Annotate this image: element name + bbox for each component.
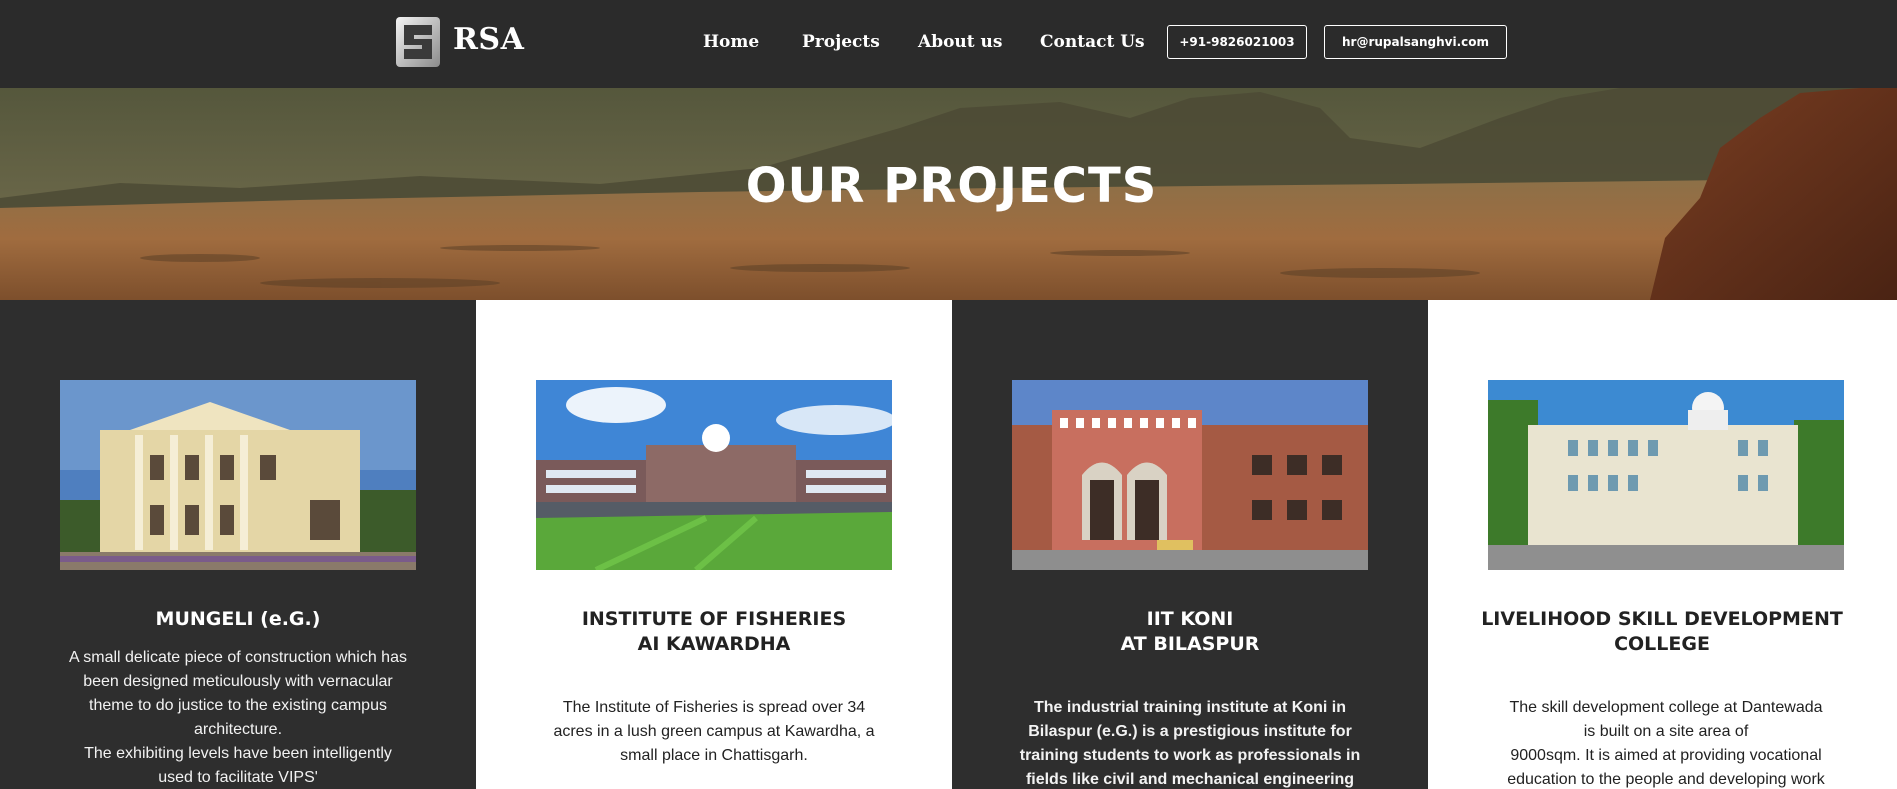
iit-koni-building-image[interactable] — [1012, 380, 1368, 570]
nav-home[interactable]: Home — [703, 32, 759, 52]
desc-line: theme to do justice to the existing camp… — [89, 697, 387, 714]
desc-line: Bilaspur (e.G.) is a prestigious institu… — [1028, 723, 1352, 740]
desc-line: A small delicate piece of construction w… — [69, 649, 407, 666]
desc-line: been designed meticulously with vernacul… — [83, 673, 393, 690]
desc-line: 9000sqm. It is aimed at providing vocati… — [1510, 747, 1822, 764]
project-card-skill-college[interactable]: LIVELIHOOD SKILL DEVELOPMENT COLLEGE The… — [1428, 300, 1897, 789]
desc-line: The industrial training institute at Kon… — [1034, 699, 1346, 716]
desc-line: acres in a lush green campus at Kawardha… — [553, 723, 875, 740]
desc-line: The Institute of Fisheries is spread ove… — [562, 699, 866, 716]
desc-line: architecture. — [193, 721, 283, 738]
desc-line: The skill development college at Dantewa… — [1509, 699, 1823, 716]
desc-line: education to the people and developing w… — [1507, 771, 1825, 788]
mungeli-building-image[interactable] — [60, 380, 416, 570]
project-title-line: AT BILASPUR — [1120, 633, 1260, 655]
brand-name[interactable]: RSA — [453, 22, 524, 57]
project-description: The Institute of Fisheries is spread ove… — [532, 696, 896, 768]
desc-line: small place in Chattisgarh. — [620, 747, 808, 764]
project-title: INSTITUTE OF FISHERIES AI KAWARDHA — [496, 607, 932, 657]
desc-line: used to facilitate VIPS' — [158, 769, 318, 786]
fisheries-institute-image[interactable] — [536, 380, 892, 570]
desc-line: is built on a site area of — [1583, 723, 1749, 740]
nav-contact-us[interactable]: Contact Us — [1040, 32, 1145, 52]
project-card-mungeli[interactable]: MUNGELI (e.G.) A small delicate piece of… — [0, 300, 476, 789]
project-title: MUNGELI (e.G.) — [20, 607, 456, 632]
page-title: OUR PROJECTS — [745, 158, 1158, 214]
project-title-line: INSTITUTE OF FISHERIES — [581, 608, 847, 630]
hero-banner: OUR PROJECTS — [0, 88, 1897, 300]
project-card-fisheries[interactable]: INSTITUTE OF FISHERIES AI KAWARDHA The I… — [476, 300, 952, 789]
nav-about-us[interactable]: About us — [918, 32, 1002, 52]
desc-line: The exhibiting levels have been intellig… — [84, 745, 392, 762]
project-title-line: IIT KONI — [1146, 608, 1234, 630]
project-title: IIT KONI AT BILASPUR — [972, 607, 1408, 657]
rsa-logo-icon[interactable] — [396, 17, 440, 67]
site-header: RSA Home Projects About us Contact Us +9… — [0, 0, 1897, 88]
project-description: A small delicate piece of construction w… — [52, 646, 424, 789]
project-title: LIVELIHOOD SKILL DEVELOPMENT COLLEGE — [1441, 607, 1883, 657]
desc-line: training students to work as professiona… — [1019, 747, 1361, 764]
email-button[interactable]: hr@rupalsanghvi.com — [1324, 25, 1507, 59]
project-title-line: COLLEGE — [1614, 633, 1710, 655]
skill-college-building-image[interactable] — [1488, 380, 1844, 570]
project-title-line: LIVELIHOOD SKILL DEVELOPMENT — [1481, 608, 1843, 630]
project-title-line: AI KAWARDHA — [637, 633, 791, 655]
project-title-line: MUNGELI (e.G.) — [155, 608, 321, 630]
desc-line: fields like civil and mechanical enginee… — [1025, 771, 1355, 788]
nav-projects[interactable]: Projects — [802, 32, 880, 52]
project-description: The skill development college at Dantewa… — [1484, 696, 1848, 789]
project-description: The industrial training institute at Kon… — [1008, 696, 1372, 789]
phone-button[interactable]: +91-9826021003 — [1167, 25, 1307, 59]
project-card-iit-koni[interactable]: IIT KONI AT BILASPUR The industrial trai… — [952, 300, 1428, 789]
